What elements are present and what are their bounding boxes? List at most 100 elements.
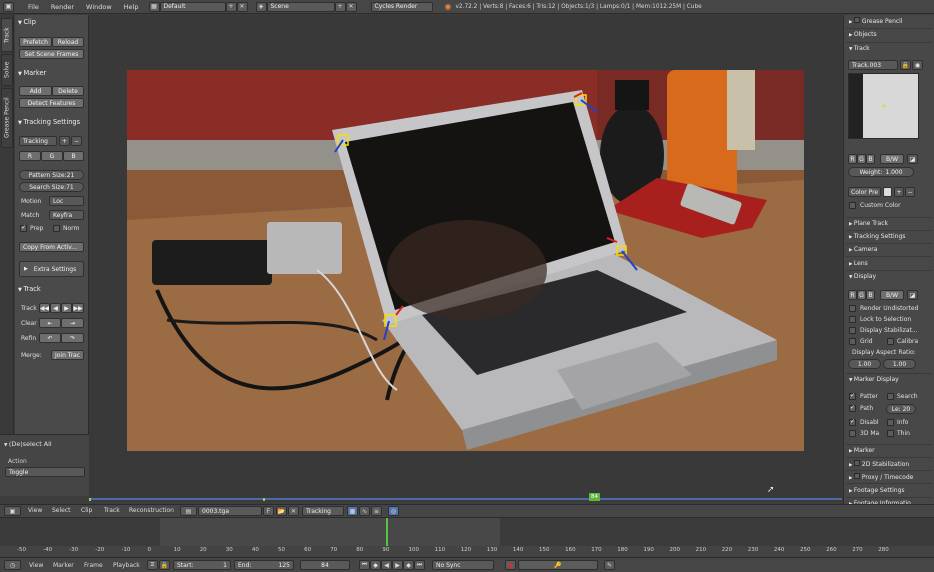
operator-title[interactable]: ▼ (De)select All bbox=[4, 440, 52, 448]
tab-solve[interactable]: Solve bbox=[1, 54, 13, 86]
lock-range-icon[interactable]: 🔒 bbox=[159, 560, 170, 570]
menu-help[interactable]: Help bbox=[118, 3, 145, 11]
aspect-x-field[interactable]: 1.00 bbox=[848, 359, 881, 369]
open-clip-icon[interactable]: 📂 bbox=[276, 506, 287, 516]
menu-view[interactable]: View bbox=[28, 507, 42, 514]
panel-footage-settings[interactable]: Footage Settings bbox=[849, 487, 905, 494]
search-size-field[interactable]: Search Size:71 bbox=[19, 182, 84, 192]
lock-to-selection-checkbox[interactable] bbox=[849, 316, 856, 323]
end-frame-field[interactable]: End: 125 bbox=[234, 560, 294, 570]
channel-b-toggle[interactable]: B bbox=[63, 151, 84, 161]
play-icon[interactable]: ▶ bbox=[392, 560, 403, 570]
channel-g-toggle[interactable]: G bbox=[41, 151, 63, 161]
panel-objects[interactable]: Objects bbox=[849, 31, 877, 38]
pattern-size-field[interactable]: Pattern Size:21 bbox=[19, 170, 84, 180]
track-name-field[interactable]: Track.003 bbox=[848, 60, 898, 70]
track-color-swatch[interactable] bbox=[883, 187, 892, 197]
scene-close-icon[interactable]: ✕ bbox=[345, 1, 357, 12]
panel-track[interactable]: Track bbox=[849, 45, 870, 52]
color-preset-remove-icon[interactable]: − bbox=[905, 187, 915, 197]
pivot-icon[interactable]: ◎ bbox=[388, 506, 399, 516]
display-channel-r[interactable]: R bbox=[848, 290, 857, 300]
panel-marker-title[interactable]: Marker bbox=[18, 69, 46, 77]
render-undistorted-checkbox[interactable] bbox=[849, 305, 856, 312]
tracking-preset-select[interactable]: Tracking bbox=[19, 136, 57, 146]
panel-lens[interactable]: Lens bbox=[849, 260, 868, 267]
channel-r-toggle[interactable]: R bbox=[19, 151, 41, 161]
keying-set-field[interactable]: 🔑 bbox=[518, 560, 598, 570]
panel-track-title[interactable]: Track bbox=[18, 285, 40, 293]
view-dopesheet-icon[interactable]: ≡ bbox=[371, 506, 382, 516]
layout-icon[interactable]: ▦ bbox=[148, 1, 160, 12]
track-forwards-sequence-icon[interactable]: ▶▶ bbox=[72, 303, 84, 313]
extra-settings-toggle[interactable]: ▶ Extra Settings bbox=[19, 261, 84, 277]
sync-mode-select[interactable]: No Sync bbox=[432, 560, 494, 570]
panel-tracking-settings[interactable]: Tracking Settings bbox=[849, 233, 906, 240]
lock-track-icon[interactable]: 🔒 bbox=[900, 60, 911, 70]
current-frame-field[interactable]: 84 bbox=[300, 560, 350, 570]
color-preset-add-icon[interactable]: + bbox=[894, 187, 904, 197]
mode-select[interactable]: Tracking bbox=[302, 506, 344, 516]
track-backwards-sequence-icon[interactable]: ◀◀ bbox=[39, 303, 50, 313]
view-graph-icon[interactable]: ∿ bbox=[359, 506, 370, 516]
insert-keyframe-icon[interactable]: ✎ bbox=[604, 560, 615, 570]
weight-field[interactable]: Weight: 1.000 bbox=[848, 167, 914, 177]
copy-from-active-button[interactable]: Copy From Activ... bbox=[19, 242, 84, 252]
screen-layout-field[interactable]: Default bbox=[159, 1, 226, 12]
tab-grease-pencil[interactable]: Grease Pencil bbox=[1, 88, 13, 148]
tab-track[interactable]: Track bbox=[1, 18, 13, 52]
clip-name-field[interactable]: 0003.tga bbox=[198, 506, 262, 516]
proxy-checkbox-icon[interactable] bbox=[853, 473, 860, 479]
menu-select[interactable]: Select bbox=[52, 507, 71, 514]
calibration-checkbox[interactable] bbox=[887, 338, 894, 345]
grease-pencil-checkbox-icon[interactable] bbox=[853, 17, 860, 23]
panel-proxy-timecode[interactable]: Proxy / Timecode bbox=[849, 473, 913, 481]
prefetch-button[interactable]: Prefetch bbox=[19, 37, 52, 47]
clip-browse-icon[interactable]: ▤ bbox=[180, 506, 197, 516]
preset-add-icon[interactable]: + bbox=[59, 136, 70, 146]
menu-file[interactable]: File bbox=[22, 3, 45, 11]
join-tracks-button[interactable]: Join Trac bbox=[51, 350, 84, 360]
normalize-checkbox[interactable] bbox=[53, 225, 60, 232]
timeline-menu-view[interactable]: View bbox=[29, 562, 43, 569]
search-checkbox[interactable] bbox=[887, 393, 894, 400]
disabled-checkbox[interactable] bbox=[849, 418, 856, 426]
jump-prev-keyframe-icon[interactable]: ◆ bbox=[370, 560, 381, 570]
clear-after-icon[interactable]: ⇥ bbox=[61, 318, 84, 328]
record-icon[interactable]: ● bbox=[505, 560, 516, 570]
motion-model-select[interactable]: Loc bbox=[49, 196, 84, 206]
path-checkbox[interactable] bbox=[849, 404, 856, 412]
timeline-ruler[interactable]: -50 -40 -30 -20 -10 0 10 20 30 40 50 60 70 80 90 100 110… bbox=[0, 546, 934, 557]
threed-markers-checkbox[interactable] bbox=[849, 430, 856, 437]
preview-range-icon[interactable]: ⧖ bbox=[147, 560, 158, 570]
menu-clip[interactable]: Clip bbox=[81, 507, 92, 514]
footage-frame[interactable] bbox=[127, 70, 804, 451]
panel-2d-stabilization[interactable]: 2D Stabilization bbox=[849, 460, 909, 468]
prepass-checkbox[interactable] bbox=[20, 224, 27, 232]
reload-button[interactable]: Reload bbox=[52, 37, 84, 47]
preview-color-icon[interactable]: ◪ bbox=[907, 154, 918, 164]
track-backwards-frame-icon[interactable]: ◀ bbox=[50, 303, 61, 313]
thin-checkbox[interactable] bbox=[887, 430, 894, 437]
timeline-menu-playback[interactable]: Playback bbox=[113, 562, 140, 569]
menu-render[interactable]: Render bbox=[45, 3, 80, 11]
track-forwards-frame-icon[interactable]: ▶ bbox=[61, 303, 72, 313]
match-select[interactable]: Keyfra bbox=[49, 210, 84, 220]
clear-before-icon[interactable]: ⇤ bbox=[39, 318, 61, 328]
panel-plane-track[interactable]: Plane Track bbox=[849, 220, 888, 227]
detect-features-button[interactable]: Detect Features bbox=[19, 98, 84, 108]
display-channel-g[interactable]: G bbox=[857, 290, 866, 300]
panel-tracking-settings-title[interactable]: Tracking Settings bbox=[18, 118, 80, 126]
menu-reconstruction[interactable]: Reconstruction bbox=[129, 507, 174, 514]
reload-clip-icon[interactable]: ✕ bbox=[288, 506, 299, 516]
fake-user-toggle[interactable]: F bbox=[263, 506, 274, 516]
scene-field[interactable]: Scene bbox=[266, 1, 335, 12]
panel-marker-display[interactable]: Marker Display bbox=[849, 376, 899, 383]
start-frame-field[interactable]: Start: 1 bbox=[173, 560, 231, 570]
render-engine-select[interactable]: Cycles Render bbox=[370, 1, 433, 12]
panel-marker[interactable]: Marker bbox=[849, 447, 875, 454]
play-reverse-icon[interactable]: ◀ bbox=[381, 560, 392, 570]
preview-channel-g[interactable]: G bbox=[857, 154, 866, 164]
refine-forwards-icon[interactable]: ↷ bbox=[61, 333, 84, 343]
panel-clip-title[interactable]: Clip bbox=[18, 18, 35, 26]
